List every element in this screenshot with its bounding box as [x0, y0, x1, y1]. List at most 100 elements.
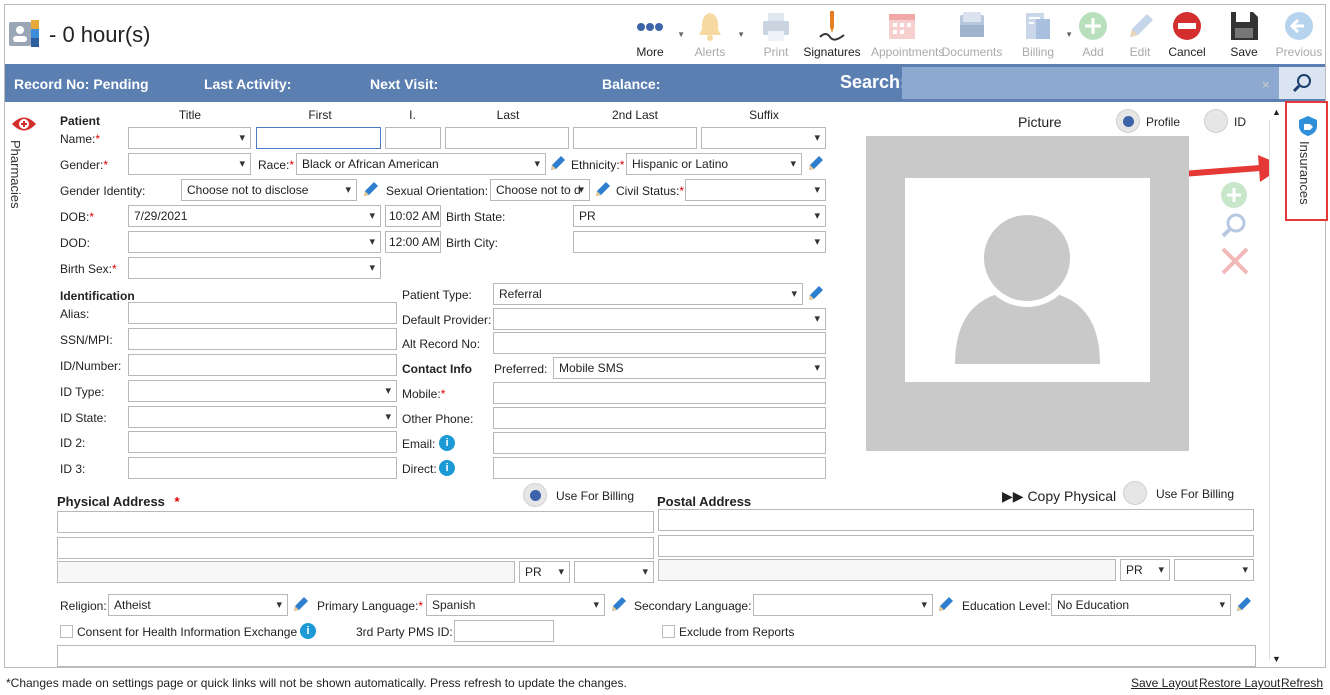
- postal-city-input[interactable]: [658, 559, 1116, 581]
- postal-use-for-billing-radio[interactable]: [1123, 481, 1147, 505]
- dod-time-input[interactable]: 12:00 AM: [385, 231, 441, 253]
- sexual-orientation-select[interactable]: Choose not to d: [490, 179, 590, 201]
- delete-picture-icon[interactable]: [1220, 246, 1250, 276]
- physical-address-line1[interactable]: [57, 511, 654, 533]
- patient-type-select[interactable]: Referral: [493, 283, 803, 305]
- civil-status-select[interactable]: [685, 179, 826, 201]
- dod-date-picker[interactable]: [128, 231, 381, 253]
- dob-time-input[interactable]: 10:02 AM: [385, 205, 441, 227]
- direct-input[interactable]: [493, 457, 826, 479]
- primary-language-label: Primary Language:*: [317, 599, 424, 613]
- postal-state-select[interactable]: PR: [1120, 559, 1170, 581]
- exclude-reports-label: Exclude from Reports: [679, 625, 795, 639]
- picture-label: Picture: [1018, 114, 1062, 130]
- gender-identity-edit-icon[interactable]: [362, 180, 380, 198]
- refresh-link[interactable]: Refresh: [1281, 676, 1323, 690]
- education-level-edit-icon[interactable]: [1235, 595, 1253, 613]
- gender-identity-select[interactable]: Choose not to disclose: [181, 179, 357, 201]
- id-state-select[interactable]: [128, 406, 397, 428]
- secondary-language-select[interactable]: [753, 594, 933, 616]
- patient-type-edit-icon[interactable]: [807, 284, 825, 302]
- race-select[interactable]: Black or African American: [296, 153, 546, 175]
- default-provider-select[interactable]: [493, 308, 826, 330]
- exclude-reports-checkbox[interactable]: [662, 625, 675, 638]
- ethnicity-edit-icon[interactable]: [807, 154, 825, 172]
- race-edit-icon[interactable]: [549, 154, 567, 172]
- birth-sex-select[interactable]: [128, 257, 381, 279]
- alt-record-input[interactable]: [493, 332, 826, 354]
- gender-select[interactable]: [128, 153, 251, 175]
- third-party-pms-label: 3rd Party PMS ID:: [356, 625, 453, 639]
- consent-checkbox[interactable]: [60, 625, 73, 638]
- ssn-input[interactable]: [128, 328, 397, 350]
- physical-address-line2[interactable]: [57, 537, 654, 559]
- id2-input[interactable]: [128, 431, 397, 453]
- id-number-input[interactable]: [128, 354, 397, 376]
- initial-input[interactable]: [385, 127, 441, 149]
- birth-city-label: Birth City:: [446, 236, 499, 250]
- postal-use-for-billing-label: Use For Billing: [1156, 487, 1235, 501]
- restore-layout-link[interactable]: Restore Layout: [1199, 676, 1280, 690]
- religion-select[interactable]: Atheist: [108, 594, 288, 616]
- physical-city-input[interactable]: [57, 561, 515, 583]
- insurance-shield-icon: [1299, 116, 1317, 136]
- pharmacies-tab[interactable]: Pharmacies: [8, 108, 40, 668]
- pharmacies-label: Pharmacies: [8, 140, 23, 209]
- religion-edit-icon[interactable]: [292, 595, 310, 613]
- third-party-pms-input[interactable]: [454, 620, 554, 642]
- primary-language-edit-icon[interactable]: [610, 595, 628, 613]
- sexual-orientation-edit-icon[interactable]: [594, 180, 612, 198]
- education-level-select[interactable]: No Education: [1051, 594, 1231, 616]
- primary-language-select[interactable]: Spanish: [426, 594, 605, 616]
- save-layout-link[interactable]: Save Layout: [1131, 676, 1198, 690]
- scroll-track[interactable]: [1269, 120, 1285, 660]
- direct-label: Direct:: [402, 462, 437, 476]
- email-info-icon[interactable]: i: [439, 435, 455, 451]
- last-name-input[interactable]: [445, 127, 569, 149]
- id3-input[interactable]: [128, 457, 397, 479]
- form-scrollbar[interactable]: ▲ ▼: [1269, 107, 1285, 667]
- double-arrow-icon: ▶▶: [1002, 488, 1024, 504]
- dob-label: DOB:*: [60, 210, 95, 224]
- email-input[interactable]: [493, 432, 826, 454]
- second-last-name-input[interactable]: [573, 127, 697, 149]
- preferred-contact-select[interactable]: Mobile SMS: [553, 357, 826, 379]
- postal-address-line1[interactable]: [658, 509, 1254, 531]
- scroll-down-icon[interactable]: ▼: [1272, 654, 1281, 664]
- alias-input[interactable]: [128, 302, 397, 324]
- dob-date-picker[interactable]: 7/29/2021: [128, 205, 381, 227]
- physical-zip-select[interactable]: [574, 561, 654, 583]
- birth-state-select[interactable]: PR: [573, 205, 826, 227]
- physical-use-for-billing-radio[interactable]: [523, 483, 547, 507]
- id3-label: ID 3:: [60, 462, 86, 476]
- secondary-language-edit-icon[interactable]: [937, 595, 955, 613]
- profile-radio[interactable]: [1116, 109, 1140, 133]
- identification-section-title: Identification: [60, 289, 135, 303]
- postal-zip-select[interactable]: [1174, 559, 1254, 581]
- scroll-up-icon[interactable]: ▲: [1272, 107, 1281, 117]
- physical-state-select[interactable]: PR: [519, 561, 570, 583]
- first-name-input[interactable]: [256, 127, 381, 149]
- notes-input[interactable]: [57, 645, 1256, 667]
- id-type-select[interactable]: [128, 380, 397, 402]
- direct-info-icon[interactable]: i: [439, 460, 455, 476]
- id-radio[interactable]: [1204, 109, 1228, 133]
- last-col-header: Last: [496, 108, 520, 122]
- title-select[interactable]: [128, 127, 251, 149]
- gender-label: Gender:*: [60, 158, 109, 172]
- postal-address-line2[interactable]: [658, 535, 1254, 557]
- zoom-picture-icon[interactable]: [1220, 212, 1248, 240]
- other-phone-input[interactable]: [493, 407, 826, 429]
- copy-physical-button[interactable]: ▶▶ Copy Physical: [1002, 488, 1116, 505]
- suffix-select[interactable]: [701, 127, 826, 149]
- insurances-tab[interactable]: Insurances: [1285, 101, 1328, 221]
- email-label: Email:: [402, 437, 436, 451]
- birth-city-select[interactable]: [573, 231, 826, 253]
- mobile-input[interactable]: [493, 382, 826, 404]
- sexual-orientation-label: Sexual Orientation:: [386, 184, 489, 198]
- add-picture-icon[interactable]: [1220, 181, 1248, 209]
- ethnicity-select[interactable]: Hispanic or Latino: [626, 153, 802, 175]
- consent-info-icon[interactable]: i: [300, 623, 316, 639]
- other-phone-label: Other Phone:: [402, 412, 474, 426]
- secondary-language-label: Secondary Language:: [634, 599, 752, 613]
